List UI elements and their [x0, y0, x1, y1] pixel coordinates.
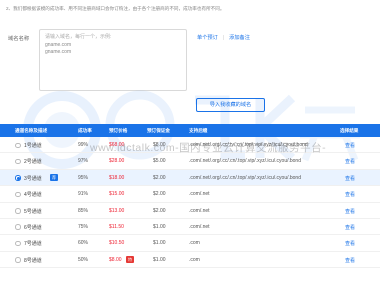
- booking-price: $13.00: [109, 207, 125, 214]
- view-link[interactable]: 查看: [345, 224, 355, 231]
- header-suffix: 支持后缀: [189, 128, 208, 133]
- domain-example-2: gname.com: [45, 49, 72, 56]
- supported-suffixes: .com/.net: [189, 223, 210, 230]
- booking-price: $18.00: [109, 174, 125, 181]
- booking-deposit: $2.00: [153, 174, 166, 181]
- table-row[interactable]: 6号通道 75% $11.50 $1.00 .com/.net 查看: [0, 219, 380, 236]
- domain-textarea[interactable]: 请输入域名，每行一个，示例: gname.com gname.com: [39, 29, 187, 91]
- import-favorites-button[interactable]: 导入我收藏的域名: [196, 98, 265, 112]
- view-link[interactable]: 查看: [345, 175, 355, 182]
- table-header: 通道名称及描述 成功率 预订价格 预订保证金 支持后缀 选择结果: [0, 124, 380, 137]
- header-deposit: 预订保证金: [147, 128, 170, 133]
- success-rate: 50%: [78, 256, 89, 263]
- booking-price: $8.00: [109, 256, 122, 263]
- table-row[interactable]: 3号通道 荐 95% $18.00 $2.00 .com/.net/.org/.…: [0, 169, 380, 187]
- channel-name: 1号通道: [24, 143, 42, 149]
- success-rate: 85%: [78, 207, 89, 214]
- booking-deposit: $2.00: [153, 207, 166, 214]
- channel-radio[interactable]: [15, 142, 21, 148]
- view-link[interactable]: 查看: [345, 208, 355, 215]
- channel-name: 2号通道: [24, 159, 42, 166]
- success-rate: 99%: [78, 142, 89, 148]
- table-row[interactable]: 2号通道 97% $28.00 $5.00 .com/.net/.org/.cc…: [0, 153, 380, 170]
- special-badge: 特: [126, 256, 134, 264]
- channel-name: 3号通道: [24, 175, 42, 182]
- view-link[interactable]: 查看: [345, 257, 355, 264]
- notice-text: 2、我们都根据该模的成功率、用不同注册商域口会你订购注，由于各个注册商的不同，成…: [6, 6, 225, 11]
- single-booking-link[interactable]: 单个预订: [197, 35, 218, 41]
- view-link[interactable]: 查看: [345, 158, 355, 165]
- booking-deposit: $1.00: [153, 256, 166, 263]
- channel-radio[interactable]: [15, 208, 21, 214]
- table-row[interactable]: 4号通道 91% $15.00 $2.00 .com/.net 查看: [0, 186, 380, 203]
- booking-deposit: $1.00: [153, 223, 166, 230]
- channel-radio[interactable]: [15, 257, 21, 263]
- domain-name-label: 域名名称: [8, 36, 30, 42]
- view-link[interactable]: 查看: [345, 142, 355, 149]
- channel-radio[interactable]: [15, 224, 21, 230]
- domain-placeholder: 请输入域名，每行一个，示例:: [45, 34, 112, 40]
- header-channel: 通道名称及描述: [15, 128, 48, 133]
- channel-radio[interactable]: [15, 175, 21, 181]
- channel-radio[interactable]: [15, 158, 21, 165]
- supported-suffixes: .com: [189, 256, 200, 263]
- header-price: 预订价格: [109, 128, 128, 133]
- booking-deposit: $5.00: [153, 158, 166, 165]
- supported-suffixes: .com/.net: [189, 207, 210, 214]
- channel-radio[interactable]: [15, 240, 21, 247]
- table-row[interactable]: 5号通道 85% $13.00 $2.00 .com/.net 查看: [0, 203, 380, 219]
- link-separator: |: [222, 35, 225, 41]
- success-rate: 91%: [78, 191, 89, 198]
- channel-radio[interactable]: [15, 191, 21, 198]
- success-rate: 60%: [78, 240, 89, 247]
- channel-name: 4号通道: [24, 192, 42, 199]
- success-rate: 75%: [78, 223, 89, 230]
- booking-deposit: $1.00: [153, 240, 166, 247]
- supported-suffixes: .com/.net/.org/.cc/.cn/.top/.vip/.xyz/.i…: [189, 174, 301, 181]
- table-row[interactable]: 8号通道 50% $8.00 特 $1.00 .com 查看: [0, 252, 380, 269]
- booking-price: $11.50: [109, 223, 124, 230]
- header-rate: 成功率: [78, 128, 92, 133]
- form-links: 单个预订 | 添加备注: [197, 34, 250, 41]
- booking-deposit: $2.00: [153, 191, 166, 198]
- table-row[interactable]: 7号通道 60% $10.50 $1.00 .com 查看: [0, 235, 380, 252]
- channel-name: 8号通道: [24, 257, 42, 264]
- add-remark-link[interactable]: 添加备注: [229, 35, 250, 41]
- view-link[interactable]: 查看: [345, 191, 355, 198]
- view-link[interactable]: 查看: [345, 240, 355, 247]
- watermark-text: www.idctalk.com-国内专业云计算交流服务平台-: [90, 142, 327, 154]
- channel-name: 5号通道: [24, 208, 42, 215]
- channel-name: 7号通道: [24, 241, 42, 248]
- domain-example-1: gname.com: [45, 41, 72, 48]
- supported-suffixes: .com/.net/.org/.cc/.cn/.top/.vip/.xyz/.i…: [189, 158, 301, 165]
- supported-suffixes: .com: [189, 240, 200, 247]
- recommended-badge: 荐: [50, 174, 58, 182]
- booking-price: $28.00: [109, 158, 125, 165]
- success-rate: 95%: [78, 174, 89, 181]
- success-rate: 97%: [78, 158, 89, 165]
- booking-price: $10.50: [109, 240, 125, 247]
- channel-name: 6号通道: [24, 224, 42, 231]
- supported-suffixes: .com/.net: [189, 191, 210, 198]
- booking-price: $15.00: [109, 191, 125, 198]
- header-result: 选择结果: [340, 128, 359, 133]
